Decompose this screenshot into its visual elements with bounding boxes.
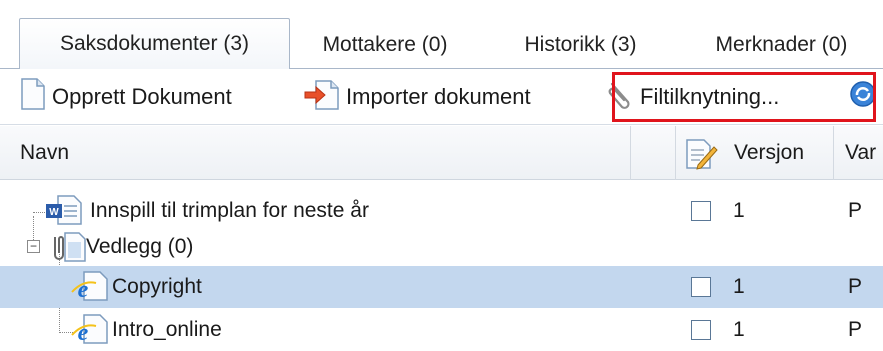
grid-header: Navn Versjon Var: [0, 126, 883, 180]
row-variant: P: [848, 275, 863, 298]
import-document-label: Importer dokument: [346, 84, 531, 109]
svg-text:W: W: [49, 207, 59, 218]
svg-text:e: e: [78, 320, 89, 345]
svg-text:e: e: [78, 277, 89, 302]
tab-historikk[interactable]: Historikk (3): [508, 22, 653, 68]
tab-merknader[interactable]: Merknader (0): [694, 22, 869, 68]
ie-document-icon: e: [70, 313, 110, 347]
import-document-button[interactable]: Importer dokument: [304, 69, 531, 125]
row-name: Intro_online: [112, 318, 222, 341]
row-version: 1: [733, 318, 745, 341]
tab-strip: Saksdokumenter (3) Mottakere (0) Histori…: [0, 0, 883, 70]
word-document-icon: W: [44, 194, 84, 228]
column-separator[interactable]: [675, 126, 676, 180]
table-row[interactable]: e Copyright 1 P: [0, 266, 883, 308]
column-separator[interactable]: [833, 126, 834, 180]
ie-document-icon: e: [70, 270, 110, 304]
row-checkbox[interactable]: [691, 277, 711, 297]
collapse-icon[interactable]: −: [27, 240, 40, 253]
create-document-label: Opprett Dokument: [52, 84, 232, 109]
table-row[interactable]: − Vedlegg (0): [0, 226, 883, 268]
tab-saksdokumenter[interactable]: Saksdokumenter (3): [19, 18, 290, 69]
row-checkbox[interactable]: [691, 201, 711, 221]
row-checkbox[interactable]: [691, 320, 711, 340]
highlight-box: [612, 72, 876, 122]
column-separator[interactable]: [630, 126, 631, 180]
import-document-icon: [304, 78, 340, 116]
row-variant: P: [848, 318, 863, 341]
column-header-variant[interactable]: Var: [845, 126, 876, 180]
table-row[interactable]: e Intro_online 1 P: [0, 309, 883, 351]
attachment-icon: [45, 231, 89, 263]
blank-document-icon: [20, 78, 46, 116]
tab-mottakere[interactable]: Mottakere (0): [305, 22, 465, 68]
row-name: Copyright: [112, 275, 202, 298]
column-header-name[interactable]: Navn: [20, 126, 69, 180]
create-document-button[interactable]: Opprett Dokument: [20, 69, 232, 125]
row-version: 1: [733, 275, 745, 298]
edit-document-icon[interactable]: [684, 138, 718, 170]
column-header-version[interactable]: Versjon: [734, 126, 804, 180]
row-name: Vedlegg (0): [86, 235, 194, 258]
